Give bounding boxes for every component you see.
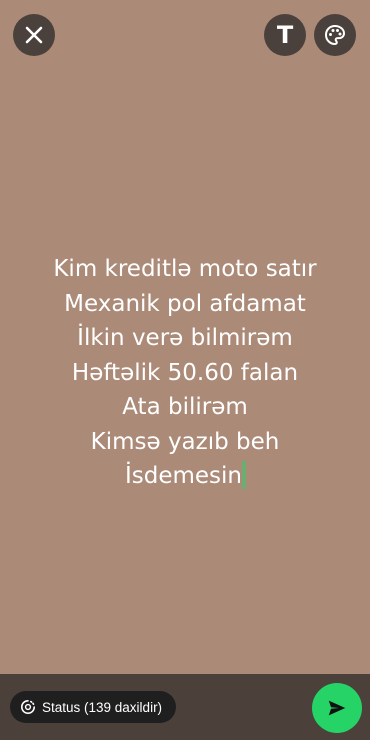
status-text-input[interactable]: Kim kreditlə moto satır Mexanik pol afda… bbox=[0, 252, 370, 494]
text-style-button[interactable]: T bbox=[264, 14, 306, 56]
send-arrow-icon bbox=[328, 700, 346, 716]
text-line: Mexanik pol afdamat bbox=[64, 290, 306, 317]
text-line: Ata bilirəm bbox=[122, 394, 248, 420]
text-line: İsdemesin bbox=[124, 463, 243, 489]
status-audience-label: Status (139 daxildir) bbox=[42, 699, 163, 715]
close-button[interactable] bbox=[13, 14, 55, 56]
close-icon bbox=[25, 26, 43, 44]
text-line: Kim kreditlə moto satır bbox=[53, 256, 317, 282]
background-color-button[interactable] bbox=[314, 14, 356, 56]
send-button[interactable] bbox=[312, 683, 362, 733]
bottom-bar: Status (139 daxildir) bbox=[0, 674, 370, 740]
text-caret bbox=[243, 461, 246, 489]
status-ring-icon bbox=[21, 700, 35, 714]
text-t-icon: T bbox=[276, 21, 294, 49]
text-line: İlkin verə bilmirəm bbox=[77, 325, 293, 351]
status-audience-button[interactable]: Status (139 daxildir) bbox=[10, 691, 177, 723]
palette-icon bbox=[324, 24, 346, 46]
text-line: Kimsə yazıb beh bbox=[90, 428, 280, 455]
status-composer-screen: T Kim kreditlə moto satır Mexanik pol af… bbox=[0, 0, 370, 740]
text-line: Həftəlik 50.60 falan bbox=[71, 359, 299, 386]
